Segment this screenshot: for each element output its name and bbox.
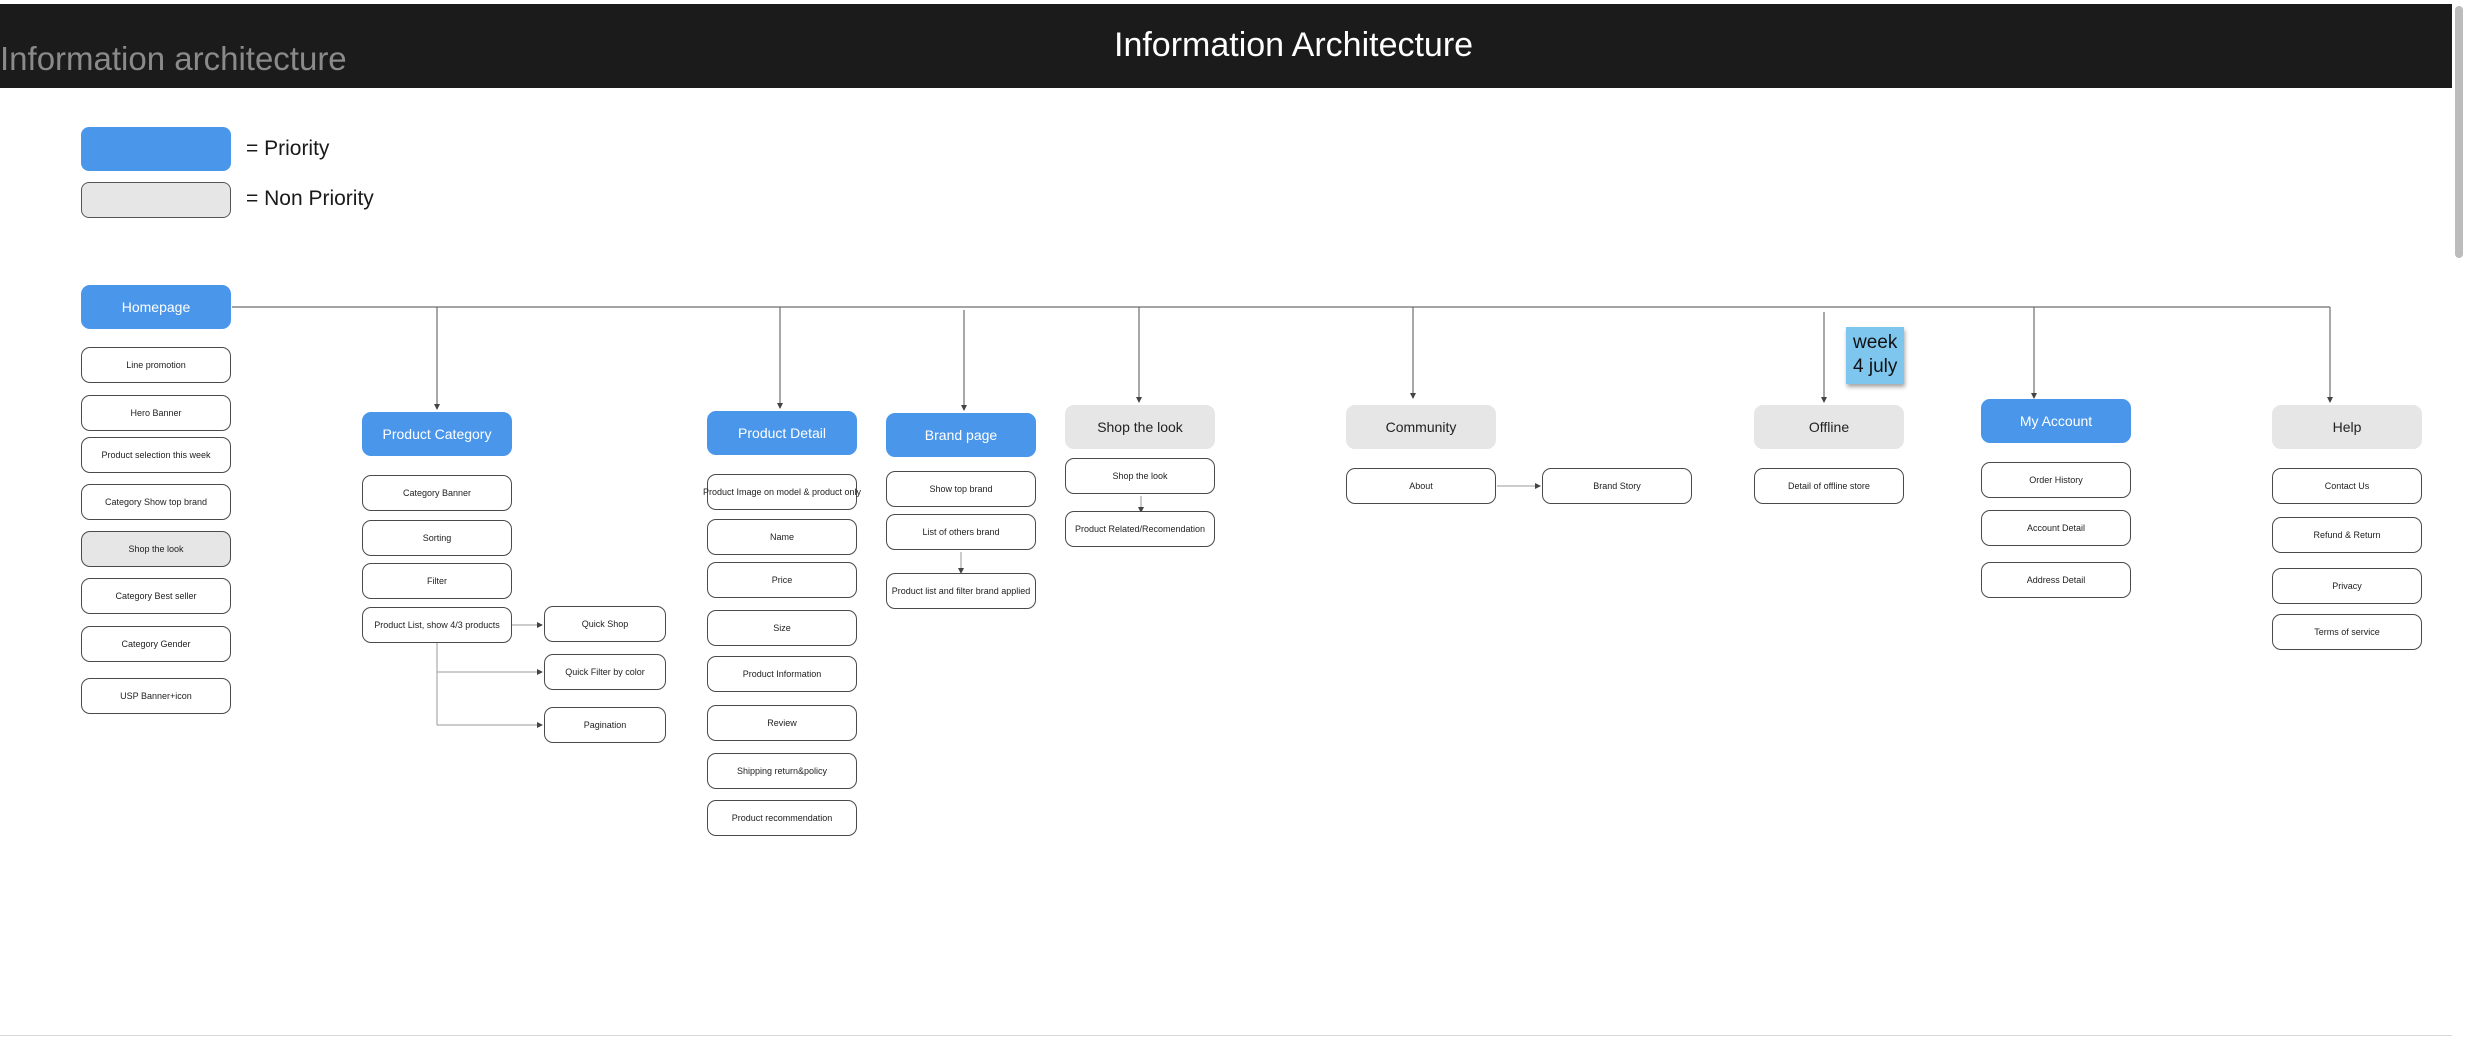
product-detail-item[interactable]: Review — [707, 705, 857, 741]
product-detail-item[interactable]: Product Image on model & product only — [703, 474, 861, 510]
legend-priority-swatch — [81, 127, 231, 171]
brand-page-item[interactable]: List of others brand — [886, 514, 1036, 550]
node-homepage[interactable]: Homepage — [81, 285, 231, 329]
section-drop-lines — [434, 307, 2333, 411]
homepage-item[interactable]: Category Show top brand — [81, 484, 231, 520]
node-shop-the-look[interactable]: Shop the look — [1065, 405, 1215, 449]
legend-priority-label: = Priority — [246, 137, 330, 160]
node-product-category[interactable]: Product Category — [362, 412, 512, 456]
product-category-item[interactable]: Product List, show 4/3 products — [362, 607, 512, 643]
homepage-item-highlighted[interactable]: Shop the look — [81, 531, 231, 567]
homepage-item[interactable]: Category Gender — [81, 626, 231, 662]
node-product-detail[interactable]: Product Detail — [707, 411, 857, 455]
sticky-note[interactable]: week 4 july — [1846, 327, 1904, 384]
vertical-scrollbar-thumb[interactable] — [2455, 6, 2463, 258]
diagram-canvas: Information architecture Information Arc… — [0, 0, 2466, 1040]
node-offline[interactable]: Offline — [1754, 405, 1904, 449]
brand-page-item[interactable]: Product list and filter brand applied — [886, 573, 1036, 609]
homepage-item[interactable]: Category Best seller — [81, 578, 231, 614]
homepage-item[interactable]: USP Banner+icon — [81, 678, 231, 714]
homepage-item[interactable]: Line promotion — [81, 347, 231, 383]
homepage-item[interactable]: Hero Banner — [81, 395, 231, 431]
product-list-sub-item[interactable]: Quick Filter by color — [544, 654, 666, 690]
community-item[interactable]: Brand Story — [1542, 468, 1692, 504]
help-item[interactable]: Contact Us — [2272, 468, 2422, 504]
product-category-item[interactable]: Category Banner — [362, 475, 512, 511]
node-community[interactable]: Community — [1346, 405, 1496, 449]
brand-page-item[interactable]: Show top brand — [886, 471, 1036, 507]
product-detail-item[interactable]: Price — [707, 562, 857, 598]
my-account-item[interactable]: Account Detail — [1981, 510, 2131, 546]
offline-item[interactable]: Detail of offline store — [1754, 468, 1904, 504]
product-category-item[interactable]: Filter — [362, 563, 512, 599]
my-account-item[interactable]: Order History — [1981, 462, 2131, 498]
help-item[interactable]: Terms of service — [2272, 614, 2422, 650]
node-brand-page[interactable]: Brand page — [886, 413, 1036, 457]
product-detail-item[interactable]: Product Information — [707, 656, 857, 692]
product-detail-item[interactable]: Shipping return&policy — [707, 753, 857, 789]
canvas-bottom-edge — [0, 1035, 2452, 1036]
node-my-account[interactable]: My Account — [1981, 399, 2131, 443]
product-category-item[interactable]: Sorting — [362, 520, 512, 556]
sticky-note-line: week — [1853, 332, 1898, 353]
help-item[interactable]: Privacy — [2272, 568, 2422, 604]
product-detail-item[interactable]: Size — [707, 610, 857, 646]
product-detail-item[interactable]: Product recommendation — [707, 800, 857, 836]
shop-the-look-item[interactable]: Shop the look — [1065, 458, 1215, 494]
legend-non-priority-swatch — [81, 182, 231, 218]
node-help[interactable]: Help — [2272, 405, 2422, 449]
product-list-sub-item[interactable]: Quick Shop — [544, 606, 666, 642]
shop-the-look-item[interactable]: Product Related/Recomendation — [1065, 511, 1215, 547]
community-item[interactable]: About — [1346, 468, 1496, 504]
homepage-item[interactable]: Product selection this week — [81, 437, 231, 473]
product-detail-item[interactable]: Name — [707, 519, 857, 555]
help-item[interactable]: Refund & Return — [2272, 517, 2422, 553]
legend-non-priority-label: = Non Priority — [246, 187, 374, 210]
product-list-sub-item[interactable]: Pagination — [544, 707, 666, 743]
my-account-item[interactable]: Address Detail — [1981, 562, 2131, 598]
sticky-note-line: 4 july — [1853, 356, 1898, 377]
